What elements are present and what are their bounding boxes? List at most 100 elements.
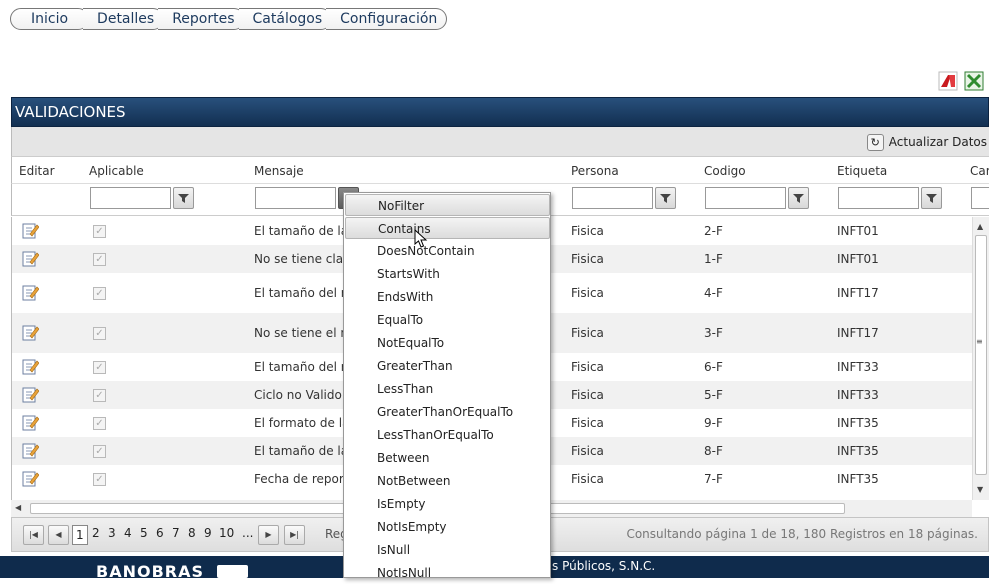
excel-icon[interactable] (964, 71, 984, 91)
filter-option-lessthanorequalto[interactable]: LessThanOrEqualTo (345, 424, 550, 446)
cell-mensaje: El tamaño de la f (254, 444, 344, 458)
cell-mensaje: Ciclo no Valido (254, 388, 342, 402)
next-page-button[interactable]: ▶ (258, 525, 279, 545)
filter-button-etiqueta[interactable] (921, 187, 942, 209)
page-number[interactable]: 2 (92, 526, 100, 540)
filter-option-equalto[interactable]: EqualTo (345, 309, 550, 331)
page-number[interactable]: 8 (188, 526, 196, 540)
nav-tab-detalles[interactable]: Detalles (83, 8, 165, 30)
scroll-up-icon[interactable]: ▲ (977, 222, 983, 231)
filter-option-endswith[interactable]: EndsWith (345, 286, 550, 308)
filter-option-notisempty[interactable]: NotIsEmpty (345, 516, 550, 538)
command-bar: ↻ Actualizar Datos (11, 127, 989, 157)
cell-mensaje: No se tiene el no (254, 326, 344, 340)
aplicable-checkbox[interactable]: ✓ (93, 327, 106, 340)
refresh-button[interactable]: ↻ Actualizar Datos (866, 131, 987, 153)
filter-option-isempty[interactable]: IsEmpty (345, 493, 550, 515)
first-page-button[interactable]: |◀ (23, 525, 44, 545)
aplicable-checkbox[interactable]: ✓ (93, 287, 106, 300)
page-number[interactable]: 5 (140, 526, 148, 540)
pager-info: Consultando página 1 de 18, 180 Registro… (626, 527, 978, 541)
filter-option-doesnotcontain[interactable]: DoesNotContain (345, 240, 550, 262)
cell-etiqueta: INFT35 (837, 444, 879, 458)
last-page-button[interactable]: ▶| (284, 525, 305, 545)
top-navigation: Inicio Detalles Reportes Catálogos Confi… (10, 8, 448, 30)
filter-option-nofilter[interactable]: NoFilter (345, 194, 550, 216)
page-ellipsis[interactable]: ... (242, 526, 253, 540)
edit-pencil-icon[interactable] (22, 284, 39, 301)
cell-persona: Fisica (571, 252, 604, 266)
edit-pencil-icon[interactable] (22, 222, 39, 239)
filter-input-etiqueta[interactable] (838, 187, 919, 209)
cell-etiqueta: INFT33 (837, 360, 879, 374)
cell-persona: Fisica (571, 286, 604, 300)
filter-button-codigo[interactable] (788, 187, 809, 209)
edit-pencil-icon[interactable] (22, 386, 39, 403)
cell-etiqueta: INFT01 (837, 252, 879, 266)
prev-page-button[interactable]: ◀ (48, 525, 69, 545)
aplicable-checkbox[interactable]: ✓ (93, 361, 106, 374)
filter-input-codigo[interactable] (705, 187, 786, 209)
page-number-current[interactable]: 1 (72, 525, 88, 545)
nav-tab-reportes[interactable]: Reportes (158, 8, 245, 30)
pdf-icon[interactable] (938, 71, 958, 91)
scroll-down-icon[interactable]: ▼ (977, 485, 983, 494)
column-header-aplicable[interactable]: Aplicable (89, 164, 144, 178)
nav-tab-catalogos[interactable]: Catálogos (238, 8, 333, 30)
column-header-codigo[interactable]: Codigo (704, 164, 746, 178)
filter-input-mensaje[interactable] (255, 187, 336, 209)
cell-persona: Fisica (571, 360, 604, 374)
aplicable-checkbox[interactable]: ✓ (93, 225, 106, 238)
scroll-left-icon[interactable]: ◀ (15, 503, 21, 512)
aplicable-checkbox[interactable]: ✓ (93, 417, 106, 430)
aplicable-checkbox[interactable]: ✓ (93, 253, 106, 266)
filter-funnel-icon (793, 193, 804, 203)
page-number[interactable]: 4 (124, 526, 132, 540)
column-header-mensaje[interactable]: Mensaje (254, 164, 304, 178)
filter-option-greaterthanorequalto[interactable]: GreaterThanOrEqualTo (345, 401, 550, 423)
filter-option-between[interactable]: Between (345, 447, 550, 469)
filter-option-notisnull[interactable]: NotIsNull (345, 562, 550, 584)
column-header-editar[interactable]: Editar (19, 164, 55, 178)
page-number[interactable]: 7 (172, 526, 180, 540)
cell-codigo: 6-F (704, 360, 723, 374)
edit-pencil-icon[interactable] (22, 414, 39, 431)
filter-option-notequalto[interactable]: NotEqualTo (345, 332, 550, 354)
filter-option-isnull[interactable]: IsNull (345, 539, 550, 561)
page-number[interactable]: 9 (204, 526, 212, 540)
refresh-label: Actualizar Datos (888, 135, 987, 149)
cell-codigo: 3-F (704, 326, 723, 340)
nav-tab-configuracion[interactable]: Configuración (326, 8, 448, 30)
filter-input-car[interactable] (971, 187, 989, 209)
aplicable-checkbox[interactable]: ✓ (93, 445, 106, 458)
edit-pencil-icon[interactable] (22, 470, 39, 487)
cell-codigo: 5-F (704, 388, 723, 402)
filter-option-startswith[interactable]: StartsWith (345, 263, 550, 285)
filter-button-persona[interactable] (655, 187, 676, 209)
cell-mensaje: Fecha de reporte (254, 472, 344, 486)
page-number[interactable]: 10 (219, 526, 234, 540)
column-header-car[interactable]: Car (970, 164, 989, 178)
column-header-etiqueta[interactable]: Etiqueta (837, 164, 887, 178)
filter-input-persona[interactable] (572, 187, 653, 209)
vertical-scroll-thumb[interactable] (975, 235, 987, 475)
aplicable-checkbox[interactable]: ✓ (93, 473, 106, 486)
page-number[interactable]: 3 (108, 526, 116, 540)
edit-pencil-icon[interactable] (22, 250, 39, 267)
filter-input-aplicable[interactable] (90, 187, 171, 209)
filter-option-lessthan[interactable]: LessThan (345, 378, 550, 400)
cell-persona: Fisica (571, 444, 604, 458)
vertical-scrollbar[interactable]: ▲ ≡ ▼ (972, 217, 989, 500)
aplicable-checkbox[interactable]: ✓ (93, 389, 106, 402)
cell-mensaje: No se tiene clave (254, 252, 344, 266)
edit-pencil-icon[interactable] (22, 324, 39, 341)
edit-pencil-icon[interactable] (22, 358, 39, 375)
filter-button-aplicable[interactable] (173, 187, 194, 209)
column-header-persona[interactable]: Persona (571, 164, 619, 178)
edit-pencil-icon[interactable] (22, 442, 39, 459)
page-number[interactable]: 6 (156, 526, 164, 540)
filter-option-notbetween[interactable]: NotBetween (345, 470, 550, 492)
filter-option-greaterthan[interactable]: GreaterThan (345, 355, 550, 377)
filter-option-contains[interactable]: Contains (345, 217, 550, 239)
nav-tab-inicio[interactable]: Inicio (10, 8, 90, 30)
